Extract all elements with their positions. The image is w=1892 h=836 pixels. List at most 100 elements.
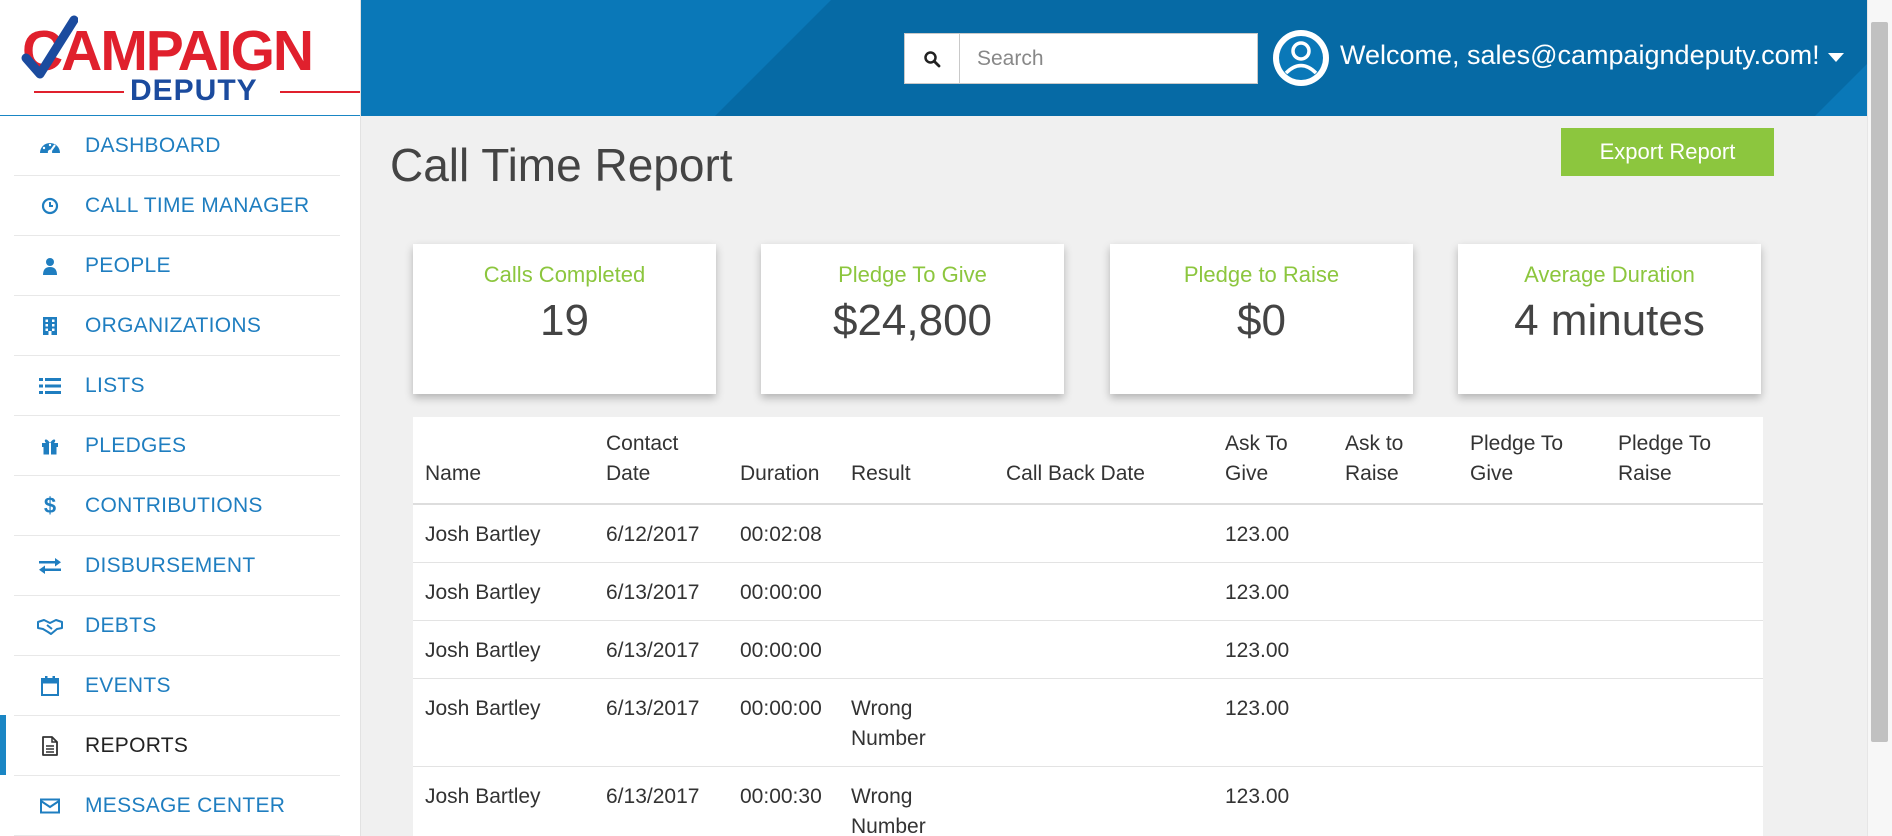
cell-pledge-to-raise xyxy=(1606,620,1763,679)
column-header-text: Name xyxy=(425,462,482,485)
sidebar-item-call-time-manager[interactable]: CALL TIME MANAGER xyxy=(14,176,340,236)
column-header[interactable]: Duration xyxy=(728,417,839,505)
sidebar-item-contributions[interactable]: $ CONTRIBUTIONS xyxy=(14,476,340,536)
sidebar-item-label: LISTS xyxy=(85,373,145,397)
logo-line-left xyxy=(34,91,124,93)
sidebar-item-people[interactable]: PEOPLE xyxy=(14,236,340,296)
export-report-button[interactable]: Export Report xyxy=(1561,128,1774,176)
cell-ask-to-give: 123.00 xyxy=(1213,678,1333,767)
column-header[interactable]: Call Back Date xyxy=(994,417,1213,505)
cell-pledge-to-give xyxy=(1458,766,1606,836)
stat-card-pledge-to-give: Pledge To Give $24,800 xyxy=(761,244,1064,394)
cell-name: Josh Bartley xyxy=(413,504,594,563)
building-icon xyxy=(36,316,64,336)
table-header: Name Contact Date Duration Result Call Back D… xyxy=(413,417,1763,505)
chevron-down-icon[interactable] xyxy=(1828,53,1844,62)
column-header[interactable]: Result xyxy=(839,417,994,505)
column-header-text: Ask to xyxy=(1345,432,1404,455)
table-row[interactable]: Josh Bartley 6/13/2017 00:00:00 123.00 xyxy=(413,562,1763,621)
search-button[interactable] xyxy=(905,34,960,83)
cell-result xyxy=(839,620,994,679)
sidebar: CAMPAIGN DEPUTY DASHBOARD CALL TIME MANAG… xyxy=(0,0,361,836)
cell-result: Wrong Number xyxy=(839,766,994,836)
cell-duration: 00:00:00 xyxy=(728,678,839,767)
sidebar-item-label: DASHBOARD xyxy=(85,133,221,157)
column-header-text: Pledge To xyxy=(1470,432,1564,455)
logo-line-right xyxy=(280,91,360,93)
table-body: Josh Bartley 6/12/2017 00:02:08 123.00 Josh … xyxy=(413,504,1763,836)
cell-pledge-to-give xyxy=(1458,678,1606,767)
sidebar-item-reports[interactable]: REPORTS xyxy=(0,715,340,776)
stat-label: Pledge to Raise xyxy=(1183,262,1340,287)
search-box xyxy=(904,33,1258,84)
column-header[interactable]: Ask to Raise xyxy=(1333,417,1458,505)
cell-duration: 00:00:00 xyxy=(728,620,839,679)
column-header-text: Result xyxy=(851,462,911,485)
table-row[interactable]: Josh Bartley 6/13/2017 00:00:00 Wrong Number… xyxy=(413,678,1763,767)
sidebar-item-label: DEBTS xyxy=(85,613,157,637)
sidebar-item-dashboard[interactable]: DASHBOARD xyxy=(14,116,340,176)
cell-pledge-to-give xyxy=(1458,562,1606,621)
stat-card-average-duration: Average Duration 4 minutes xyxy=(1458,244,1761,394)
sidebar-item-message-center[interactable]: MESSAGE CENTER xyxy=(14,776,340,836)
search-icon xyxy=(924,50,941,67)
cell-ask-to-raise xyxy=(1333,678,1458,767)
sidebar-item-events[interactable]: EVENTS xyxy=(14,656,340,716)
column-header[interactable]: Pledge To Raise xyxy=(1606,417,1763,505)
search-input[interactable] xyxy=(960,34,1257,83)
sidebar-item-organizations[interactable]: ORGANIZATIONS xyxy=(14,296,340,356)
column-header-text: Pledge To xyxy=(1618,432,1712,455)
checkmark-logo-icon xyxy=(21,15,78,79)
column-header-text: Ask To xyxy=(1225,432,1288,455)
cell-duration: 00:02:08 xyxy=(728,504,839,563)
sidebar-item-label: DISBURSEMENT xyxy=(85,553,256,577)
logo[interactable]: CAMPAIGN DEPUTY xyxy=(0,0,360,116)
column-header-text: Raise xyxy=(1618,462,1672,485)
cell-duration: 00:00:30 xyxy=(728,766,839,836)
sidebar-nav: DASHBOARD CALL TIME MANAGER PEOPLE ORGANIZA… xyxy=(0,116,360,836)
document-icon xyxy=(36,735,64,756)
cell-ask-to-give: 123.00 xyxy=(1213,504,1333,563)
cell-pledge-to-raise xyxy=(1606,766,1763,836)
column-header-text: Contact xyxy=(606,432,679,455)
sidebar-item-debts[interactable]: DEBTS xyxy=(14,596,340,656)
table-header-row: Name Contact Date Duration Result Call Back D… xyxy=(413,417,1763,505)
sidebar-item-lists[interactable]: LISTS xyxy=(14,356,340,416)
cell-call-back-date xyxy=(994,678,1213,767)
sidebar-item-pledges[interactable]: PLEDGES xyxy=(14,416,340,476)
svg-text:$: $ xyxy=(44,495,56,517)
scrollbar-thumb[interactable] xyxy=(1871,22,1888,742)
sidebar-item-label: PEOPLE xyxy=(85,253,171,277)
cell-call-back-date xyxy=(994,562,1213,621)
column-header[interactable]: Name xyxy=(413,417,594,505)
user-circle-icon[interactable] xyxy=(1273,30,1329,86)
column-header-text: Call Back Date xyxy=(1006,462,1145,485)
welcome-menu[interactable]: Welcome, sales@campaigndeputy.com! xyxy=(1340,40,1820,71)
cell-pledge-to-give xyxy=(1458,620,1606,679)
cell-ask-to-raise xyxy=(1333,766,1458,836)
column-header[interactable]: Ask To Give xyxy=(1213,417,1333,505)
column-header[interactable]: Contact Date xyxy=(594,417,728,505)
exchange-icon xyxy=(36,556,64,576)
stat-value: 19 xyxy=(540,296,589,345)
sidebar-item-label: CALL TIME MANAGER xyxy=(85,193,310,217)
table-row[interactable]: Josh Bartley 6/12/2017 00:02:08 123.00 xyxy=(413,504,1763,563)
cell-duration: 00:00:00 xyxy=(728,562,839,621)
table-row[interactable]: Josh Bartley 6/13/2017 00:00:30 Wrong Number… xyxy=(413,766,1763,836)
logo-subline: DEPUTY xyxy=(22,74,360,107)
column-header-text: Give xyxy=(1470,462,1514,485)
gift-icon xyxy=(36,436,64,456)
cell-name: Josh Bartley xyxy=(413,678,594,767)
user-icon xyxy=(36,256,64,276)
column-header-text: Duration xyxy=(740,462,820,485)
call-time-table: Name Contact Date Duration Result Call Back D… xyxy=(413,417,1763,836)
column-header[interactable]: Pledge To Give xyxy=(1458,417,1606,505)
cell-name: Josh Bartley xyxy=(413,766,594,836)
sidebar-item-disbursement[interactable]: DISBURSEMENT xyxy=(14,536,340,596)
stat-label: Pledge To Give xyxy=(838,262,987,287)
clock-icon xyxy=(36,196,64,216)
cell-text: Wrong xyxy=(851,697,913,720)
table-row[interactable]: Josh Bartley 6/13/2017 00:00:00 123.00 xyxy=(413,620,1763,679)
cell-call-back-date xyxy=(994,766,1213,836)
cell-ask-to-give: 123.00 xyxy=(1213,562,1333,621)
